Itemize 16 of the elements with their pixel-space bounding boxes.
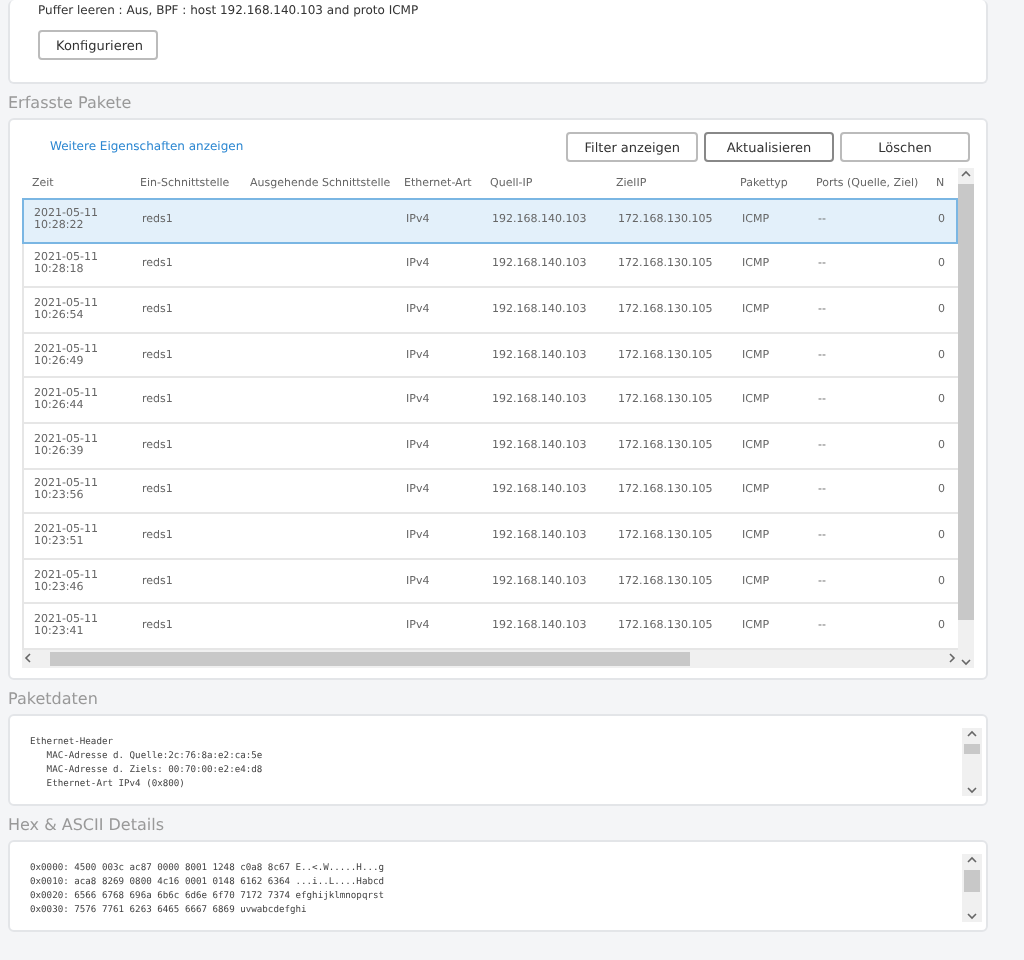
scroll-right-icon[interactable]	[946, 652, 958, 665]
scroll-up-icon[interactable]	[966, 728, 978, 740]
scrollbar[interactable]	[962, 728, 982, 796]
section-title: Paketdaten	[8, 690, 100, 708]
section-title: Erfasste Pakete	[8, 94, 134, 112]
scroll-down-icon[interactable]	[966, 910, 978, 922]
scroll-down-icon[interactable]	[960, 655, 972, 668]
scroll-thumb[interactable]	[964, 870, 980, 892]
scrollbar[interactable]	[962, 854, 982, 922]
section-title: Hex & ASCII Details	[8, 816, 166, 834]
scroll-down-icon[interactable]	[966, 784, 978, 796]
scroll-up-icon[interactable]	[966, 854, 978, 866]
scroll-up-icon[interactable]	[960, 168, 972, 180]
scroll-left-icon[interactable]	[22, 652, 34, 665]
scroll-thumb[interactable]	[50, 651, 690, 666]
scroll-thumb[interactable]	[964, 744, 980, 755]
